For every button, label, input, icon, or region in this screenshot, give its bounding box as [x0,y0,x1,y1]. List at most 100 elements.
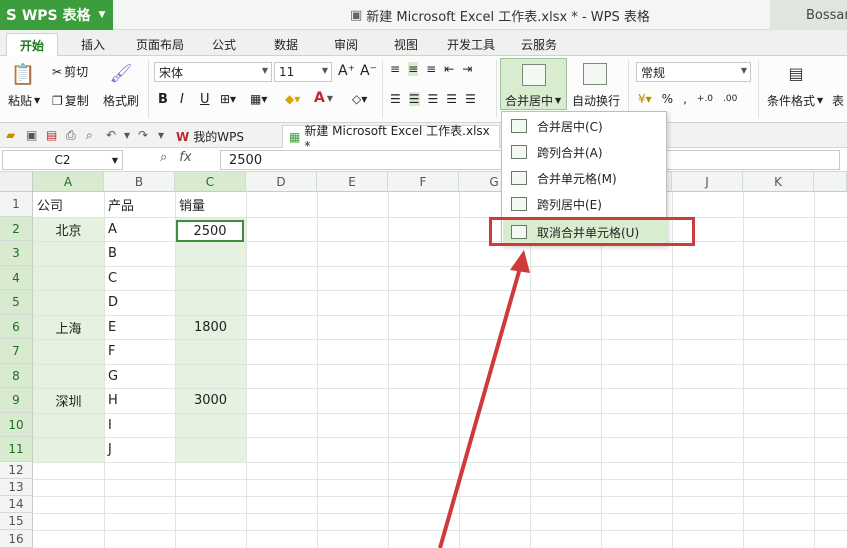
row-header-10[interactable]: 10 [0,413,33,437]
pdf-icon[interactable]: ▤ [46,128,57,142]
merge-center-button[interactable]: 合并居中 ▼ [505,92,561,109]
cell-c6[interactable]: 1800 [175,315,246,339]
cell-a6[interactable]: 上海 [33,315,104,339]
number-format-select[interactable]: 常规 ▼ [636,62,751,82]
column-header-e[interactable]: E [317,172,388,192]
cell-b5[interactable]: D [108,290,118,315]
cell-a1[interactable]: 公司 [37,192,63,217]
row-header-2[interactable]: 2 [0,217,33,241]
tab-cloud[interactable]: 云服务 [510,33,568,56]
tab-my-wps[interactable]: W 我的WPS [170,125,250,148]
copy-button[interactable]: ❐ 复制 [52,92,89,109]
align-right-icon[interactable]: ☰ [428,92,439,106]
cell-b6[interactable]: E [108,315,116,339]
column-header-k[interactable]: K [743,172,814,192]
font-size-select[interactable]: 11 ▼ [274,62,332,82]
column-header-d[interactable]: D [246,172,317,192]
tab-home[interactable]: 开始 [6,33,58,56]
select-all-corner[interactable] [0,172,33,192]
undo-icon[interactable]: ↶ [106,128,116,142]
cell-b8[interactable]: G [108,364,118,388]
user-account[interactable]: Bossang [770,0,847,30]
row-header-16[interactable]: 16 [0,530,33,548]
column-header-b[interactable]: B [104,172,175,192]
row-header-3[interactable]: 3 [0,241,33,266]
italic-button[interactable]: I [180,92,184,107]
cell-a2[interactable]: 北京 [33,217,104,241]
tab-workbook[interactable]: ▦ 新建 Microsoft Excel 工作表.xlsx * [282,124,500,153]
font-name-select[interactable]: 宋体 ▼ [154,62,272,82]
cell-b10[interactable]: I [108,413,112,437]
cell-c1[interactable]: 销量 [179,192,205,217]
decrease-font-button[interactable]: A⁻ [360,63,377,79]
cell-b7[interactable]: F [108,339,115,364]
conditional-format-button[interactable]: 条件格式 ▼ [767,92,823,109]
menu-item-merge-cells[interactable]: 合并单元格(M) [503,166,667,190]
underline-button[interactable]: U [200,92,210,107]
paste-button[interactable]: 粘贴 ▼ [8,92,40,109]
cell-b3[interactable]: B [108,241,117,266]
tab-review[interactable]: 审阅 [322,33,370,56]
thousands-icon[interactable]: , [683,92,687,106]
font-color-button[interactable]: A ▼ [314,90,333,106]
indent-left-icon[interactable]: ⇤ [444,62,454,76]
cell-style-button[interactable]: ▦▾ [250,92,267,106]
row-header-6[interactable]: 6 [0,315,33,339]
align-middle-icon[interactable]: ≡ [408,62,419,76]
indent-right-icon[interactable]: ⇥ [462,62,472,76]
borders-button[interactable]: ⊞▾ [220,92,236,106]
cell-b4[interactable]: C [108,266,117,290]
fx-icon[interactable]: fx [179,150,191,165]
preview-icon[interactable]: ⌕ [86,128,93,143]
row-header-13[interactable]: 13 [0,479,33,496]
more-icon[interactable]: ▾ [158,128,164,142]
fill-color-button[interactable]: ◆▾ [285,92,300,106]
tab-insert[interactable]: 插入 [68,33,118,56]
currency-icon[interactable]: ¥▾ [638,92,652,106]
save-icon[interactable]: ▣ [26,128,37,142]
increase-decimal-icon[interactable]: +.0 [697,94,713,104]
cell-b11[interactable]: J [108,437,112,462]
column-header-a[interactable]: A [33,172,104,192]
paste-icon[interactable]: 📋 [10,62,36,86]
row-header-9[interactable]: 9 [0,388,33,413]
cell-b2[interactable]: A [108,217,117,241]
row-header-1[interactable]: 1 [0,192,33,217]
cell-b9[interactable]: H [108,388,118,413]
row-header-4[interactable]: 4 [0,266,33,290]
table-style-button[interactable]: 表 [832,92,844,109]
print-icon[interactable]: ⎙ [66,128,76,143]
cell-b1[interactable]: 产品 [108,192,134,217]
conditional-format-icon[interactable]: ▤ [784,62,808,84]
row-header-5[interactable]: 5 [0,290,33,315]
increase-font-button[interactable]: A⁺ [338,63,355,79]
row-header-8[interactable]: 8 [0,364,33,388]
justify-icon[interactable]: ☰ [446,92,457,106]
tab-page-layout[interactable]: 页面布局 [128,33,192,56]
menu-item-center-across[interactable]: 跨列居中(E) [503,192,667,216]
align-bottom-icon[interactable]: ≡ [426,62,436,76]
cell-c2-active[interactable]: 2500 [176,220,244,242]
redo-icon[interactable]: ↷ [138,128,148,142]
row-header-14[interactable]: 14 [0,496,33,513]
folder-icon[interactable]: ▰ [6,128,15,142]
align-center-icon[interactable]: ☰ [408,92,420,106]
wrap-text-icon[interactable] [583,63,607,85]
bold-button[interactable]: B [158,92,168,107]
format-painter-button[interactable]: 格式刷 [103,92,139,109]
tab-view[interactable]: 视图 [382,33,430,56]
align-top-icon[interactable]: ≡ [390,62,400,76]
wrap-text-button[interactable]: 自动换行 [572,92,620,109]
app-menu-button[interactable]: S WPS 表格 ▼ [0,0,113,30]
row-header-15[interactable]: 15 [0,513,33,530]
merge-center-group[interactable]: 合并居中 ▼ [500,58,567,110]
tab-developer[interactable]: 开发工具 [440,33,502,56]
menu-item-merge-center[interactable]: 合并居中(C) [503,114,667,138]
column-header-j[interactable]: J [672,172,743,192]
clear-format-button[interactable]: ◇▾ [352,92,367,106]
tab-data[interactable]: 数据 [262,33,310,56]
column-header-c[interactable]: C [175,172,246,192]
cut-button[interactable]: ✂ 剪切 [52,63,88,80]
align-left-icon[interactable]: ☰ [390,92,401,106]
row-header-12[interactable]: 12 [0,462,33,479]
